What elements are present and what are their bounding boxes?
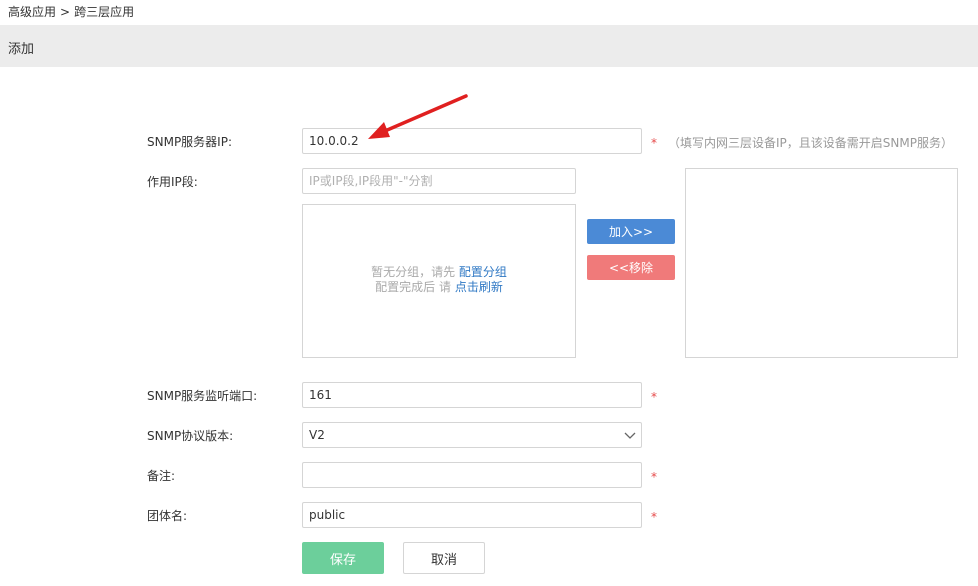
save-button[interactable]: 保存 (302, 542, 384, 574)
ip-range-label: 作用IP段: (147, 175, 198, 189)
port-label: SNMP服务监听端口: (147, 389, 258, 403)
group-after-text: 配置完成后 请 (375, 280, 451, 294)
remark-required-mark: * (651, 470, 657, 484)
snmp-ip-required-mark: * (651, 136, 657, 150)
version-select[interactable]: V2 (302, 422, 642, 448)
group-list-panel[interactable]: 暂无分组，请先 配置分组 配置完成后 请 点击刷新 (302, 204, 576, 358)
breadcrumb-separator: > (60, 5, 71, 19)
group-empty-message: 暂无分组，请先 配置分组 配置完成后 请 点击刷新 (303, 265, 575, 295)
breadcrumb: 高级应用 > 跨三层应用 (8, 4, 134, 20)
remark-label: 备注: (147, 469, 176, 483)
remark-input[interactable] (302, 462, 642, 488)
section-title-bar: 添加 (0, 25, 978, 67)
group-empty-text: 暂无分组，请先 (371, 265, 456, 279)
section-title: 添加 (8, 42, 35, 57)
version-select-value: V2 (309, 428, 325, 442)
breadcrumb-parent[interactable]: 高级应用 (8, 5, 56, 19)
config-group-link[interactable]: 配置分组 (459, 265, 507, 279)
version-label: SNMP协议版本: (147, 429, 234, 443)
community-label: 团体名: (147, 509, 188, 523)
ip-range-input[interactable] (302, 168, 576, 194)
refresh-link[interactable]: 点击刷新 (455, 280, 503, 294)
chevron-down-icon (624, 432, 636, 439)
selected-list-panel[interactable] (685, 168, 958, 358)
port-input[interactable] (302, 382, 642, 408)
community-required-mark: * (651, 510, 657, 524)
breadcrumb-current: 跨三层应用 (74, 5, 135, 19)
add-button[interactable]: 加入>> (587, 219, 675, 244)
remove-button[interactable]: <<移除 (587, 255, 675, 280)
community-input[interactable] (302, 502, 642, 528)
snmp-ip-hint: （填写内网三层设备IP，且该设备需开启SNMP服务） (668, 136, 953, 150)
port-required-mark: * (651, 390, 657, 404)
snmp-ip-label: SNMP服务器IP: (147, 135, 233, 149)
annotation-arrow-icon (368, 94, 468, 139)
cancel-button[interactable]: 取消 (403, 542, 485, 574)
snmp-ip-input[interactable] (302, 128, 642, 154)
